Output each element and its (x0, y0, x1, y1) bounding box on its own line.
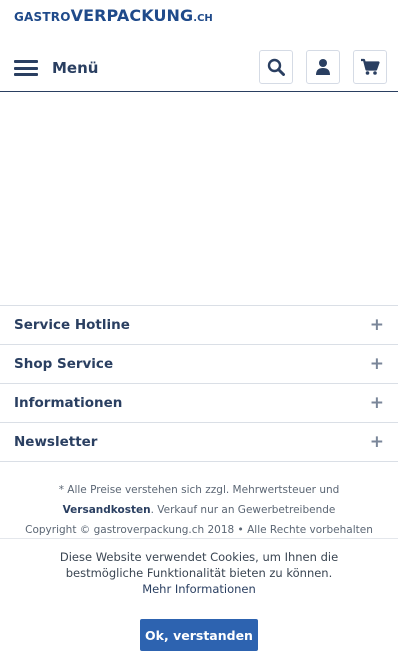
copyright-text: Copyright © gastroverpackung.ch 2018 • A… (25, 524, 373, 536)
plus-icon: + (369, 431, 384, 452)
accordion-label: Newsletter (14, 434, 98, 450)
shipping-notice: Versandkosten. Verkauf nur an Gewerbetre… (0, 500, 398, 520)
plus-icon: + (369, 314, 384, 335)
logo-part-gastro: GASTRO (14, 10, 71, 24)
footer-navigation: Service Hotline + Shop Service + Informa… (0, 305, 398, 462)
shipping-costs-link[interactable]: Versandkosten (63, 504, 151, 516)
account-icon (316, 59, 330, 75)
accordion-label: Shop Service (14, 356, 114, 372)
menu-button[interactable]: Menü (14, 54, 98, 82)
cart-button[interactable] (353, 50, 387, 84)
legal-notice: * Alle Preise verstehen sich zzgl. Mehrw… (0, 480, 398, 538)
accordion-informationen[interactable]: Informationen + (0, 384, 398, 423)
cookie-accept-button[interactable]: Ok, verstanden (140, 619, 258, 651)
plus-icon: + (369, 392, 384, 413)
cart-icon (361, 58, 380, 75)
logo-part-domain: .CH (193, 13, 213, 24)
account-button[interactable] (306, 50, 340, 84)
cookie-more-info-link[interactable]: Mehr Informationen (0, 581, 398, 597)
cookie-message-line2: bestmögliche Funktionalität bieten zu kö… (65, 566, 333, 580)
search-icon (267, 58, 285, 76)
shop-logo[interactable]: GASTRO VERPACKUNG .CH (14, 6, 213, 26)
search-button[interactable] (259, 50, 293, 84)
accordion-newsletter[interactable]: Newsletter + (0, 423, 398, 462)
accordion-label: Service Hotline (14, 317, 130, 333)
plus-icon: + (369, 353, 384, 374)
cookie-message-line1: Diese Website verwendet Cookies, um Ihne… (59, 550, 339, 564)
accordion-shop-service[interactable]: Shop Service + (0, 345, 398, 384)
top-navigation-bar: Menü (0, 46, 398, 92)
cookie-banner: Diese Website verwendet Cookies, um Ihne… (0, 538, 398, 652)
accordion-service-hotline[interactable]: Service Hotline + (0, 306, 398, 345)
logo-part-verpackung: VERPACKUNG (70, 6, 194, 25)
hamburger-icon (14, 60, 38, 76)
accordion-label: Informationen (14, 395, 123, 411)
business-only-text: . Verkauf nur an Gewerbetreibende (150, 504, 336, 516)
cookie-message: Diese Website verwendet Cookies, um Ihne… (0, 549, 398, 581)
menu-label: Menü (52, 59, 99, 77)
vat-notice: * Alle Preise verstehen sich zzgl. Mehrw… (58, 484, 340, 496)
